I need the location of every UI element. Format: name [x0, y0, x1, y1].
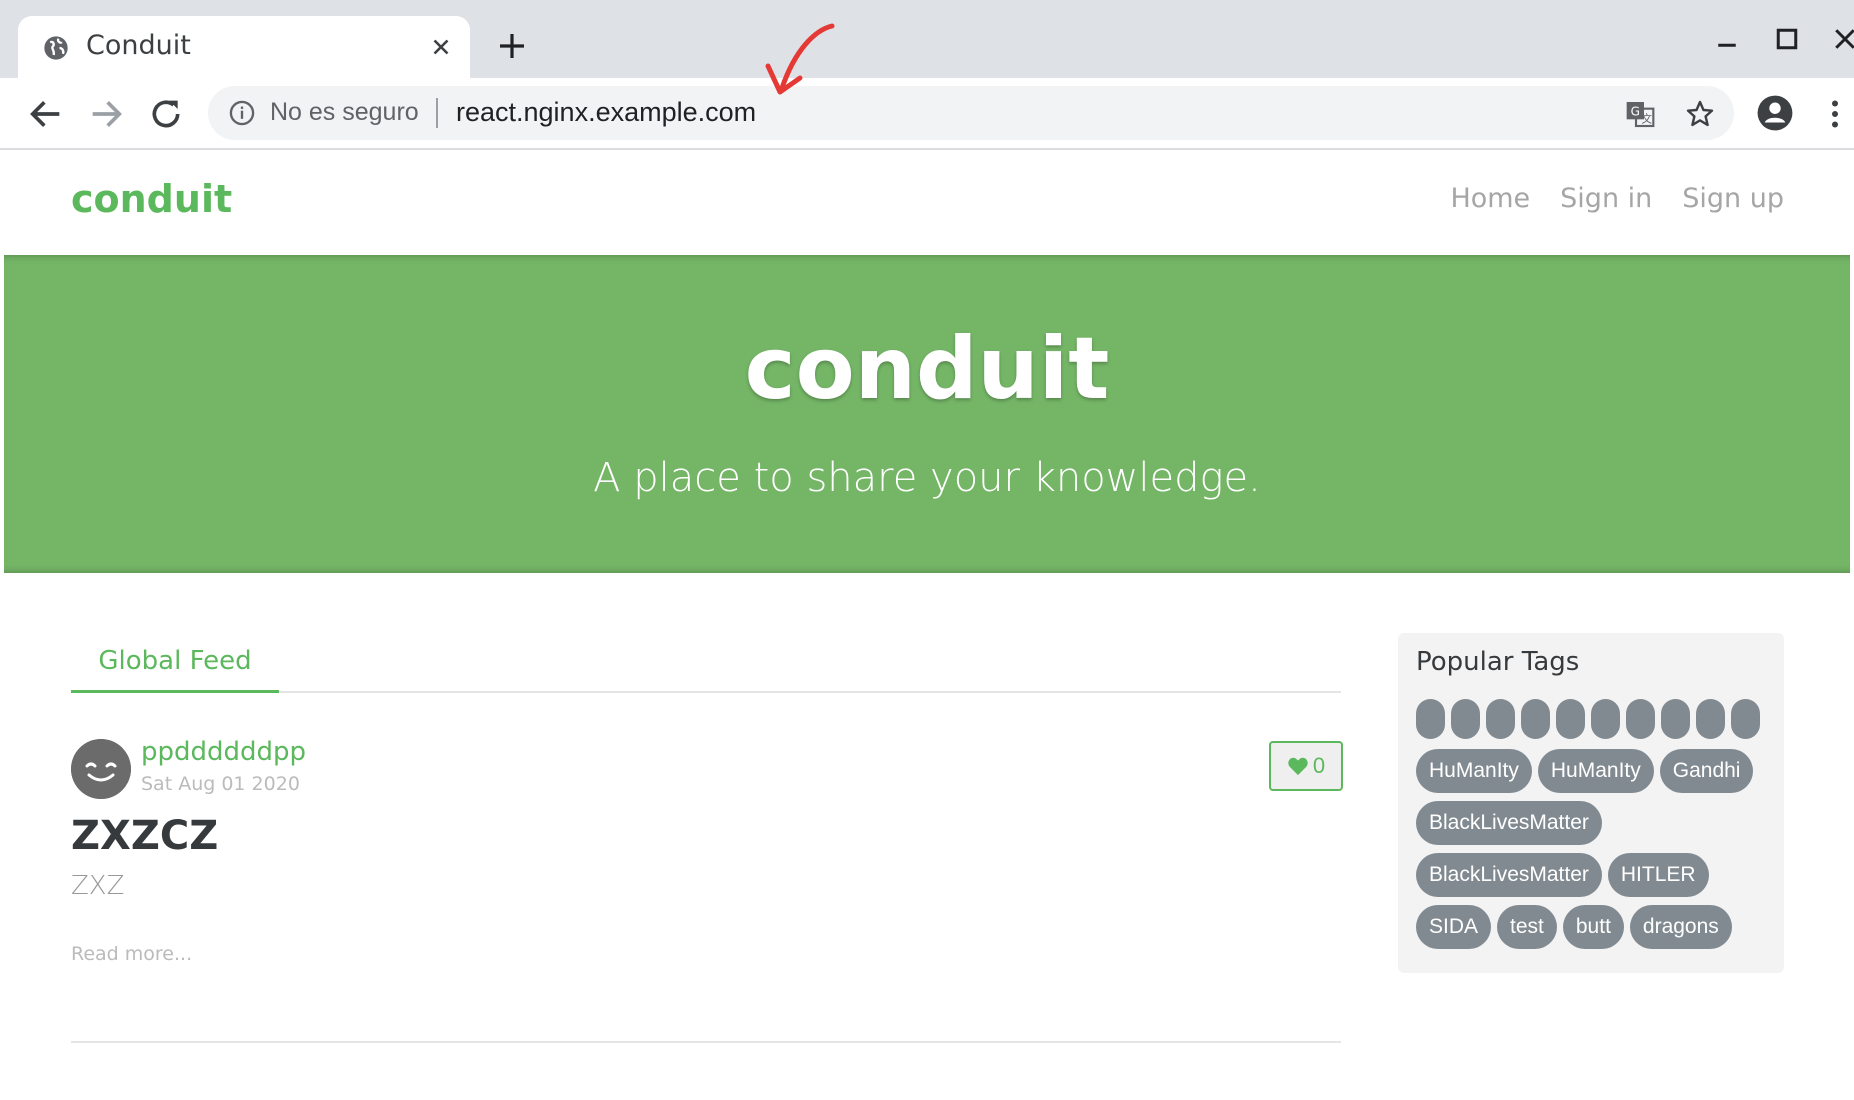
banner-subtitle: A place to share your knowledge.: [593, 455, 1261, 501]
tag-pill-empty[interactable]: [1451, 699, 1480, 739]
heart-icon: [1288, 757, 1308, 776]
article-date: Sat Aug 01 2020: [141, 773, 300, 795]
tag-pill[interactable]: BlackLivesMatter: [1416, 801, 1602, 845]
article-feed: Global Feed ppddddddpp Sat Aug 01 2020 0…: [71, 631, 1343, 1043]
reload-icon[interactable]: [146, 94, 186, 134]
tab-title: Conduit: [86, 30, 191, 61]
favorite-count: 0: [1312, 753, 1326, 778]
article-preview: ppddddddpp Sat Aug 01 2020 0 ZXZCZ ZXZ R…: [71, 693, 1343, 1043]
tag-pill-empty[interactable]: [1661, 699, 1690, 739]
menu-icon[interactable]: [1820, 96, 1850, 132]
address-separator: [436, 98, 438, 128]
article-author-link[interactable]: ppddddddpp: [141, 737, 306, 767]
annotation-arrow-icon: [765, 23, 835, 95]
tag-pill-empty[interactable]: [1486, 699, 1515, 739]
security-label[interactable]: No es seguro: [270, 98, 419, 127]
svg-text:G: G: [1631, 104, 1640, 118]
brand-logo[interactable]: conduit: [71, 177, 232, 221]
tag-pill[interactable]: test: [1497, 905, 1557, 949]
nav-home-link[interactable]: Home: [1450, 183, 1530, 214]
browser-toolbar: No es seguro react.nginx.example.com G 文: [0, 78, 1854, 150]
tag-pill-empty[interactable]: [1556, 699, 1585, 739]
tag-pill-empty[interactable]: [1591, 699, 1620, 739]
new-tab-icon[interactable]: [496, 30, 528, 62]
tab-global-feed[interactable]: Global Feed: [71, 631, 279, 693]
window-close-icon[interactable]: [1830, 24, 1854, 54]
feed-tabs: Global Feed: [71, 631, 1341, 693]
close-icon[interactable]: [428, 34, 454, 60]
blank-tag-row: [1416, 699, 1760, 739]
tag-pill[interactable]: BlackLivesMatter: [1416, 853, 1602, 897]
svg-text:文: 文: [1641, 113, 1652, 126]
tag-pill[interactable]: HuManIty: [1416, 749, 1532, 793]
sidebar-title: Popular Tags: [1416, 647, 1580, 677]
nav-links: Home Sign in Sign up: [1450, 183, 1784, 214]
article-title[interactable]: ZXZCZ: [71, 813, 218, 859]
site-navbar: conduit Home Sign in Sign up: [4, 151, 1850, 255]
smiley-avatar-icon[interactable]: [71, 739, 131, 799]
url-text[interactable]: react.nginx.example.com: [456, 97, 756, 128]
nav-sign-up-link[interactable]: Sign up: [1682, 183, 1784, 214]
browser-tab-conduit[interactable]: Conduit: [18, 16, 470, 78]
nav-sign-in-link[interactable]: Sign in: [1560, 183, 1652, 214]
tag-pill-empty[interactable]: [1416, 699, 1445, 739]
banner-title: conduit: [744, 319, 1110, 419]
tag-pill[interactable]: HuManIty: [1537, 749, 1654, 793]
tag-pill-empty[interactable]: [1696, 699, 1725, 739]
page-viewport: conduit Home Sign in Sign up conduit A p…: [4, 151, 1850, 1100]
hero-banner: conduit A place to share your knowledge.: [4, 255, 1850, 573]
tag-pill-empty[interactable]: [1626, 699, 1655, 739]
popular-tags-sidebar: Popular Tags HuManIty HuManIty Gandhi Black…: [1398, 633, 1784, 973]
tag-pill-empty[interactable]: [1731, 699, 1760, 739]
tag-pill[interactable]: butt: [1562, 905, 1624, 949]
info-icon[interactable]: [228, 99, 256, 127]
minimize-icon[interactable]: [1712, 24, 1742, 54]
favorite-button[interactable]: 0: [1269, 741, 1343, 791]
tag-pill[interactable]: SIDA: [1416, 905, 1492, 949]
address-bar[interactable]: No es seguro react.nginx.example.com G 文: [208, 86, 1734, 140]
maximize-icon[interactable]: [1772, 24, 1802, 54]
article-description: ZXZ: [71, 871, 125, 901]
tag-pill[interactable]: Gandhi: [1659, 749, 1754, 793]
tag-list: HuManIty HuManIty Gandhi BlackLivesMatter Bl…: [1416, 749, 1776, 949]
translate-icon[interactable]: G 文: [1624, 98, 1656, 130]
profile-icon[interactable]: [1756, 94, 1794, 132]
globe-icon: [44, 36, 68, 60]
tag-pill-empty[interactable]: [1521, 699, 1550, 739]
star-icon[interactable]: [1684, 98, 1716, 130]
tag-pill[interactable]: dragons: [1629, 905, 1732, 949]
read-more-link[interactable]: Read more...: [71, 943, 192, 965]
forward-icon[interactable]: [86, 94, 126, 134]
back-icon[interactable]: [26, 94, 66, 134]
tab-strip: Conduit: [0, 0, 1854, 78]
tag-pill[interactable]: HITLER: [1607, 853, 1709, 897]
